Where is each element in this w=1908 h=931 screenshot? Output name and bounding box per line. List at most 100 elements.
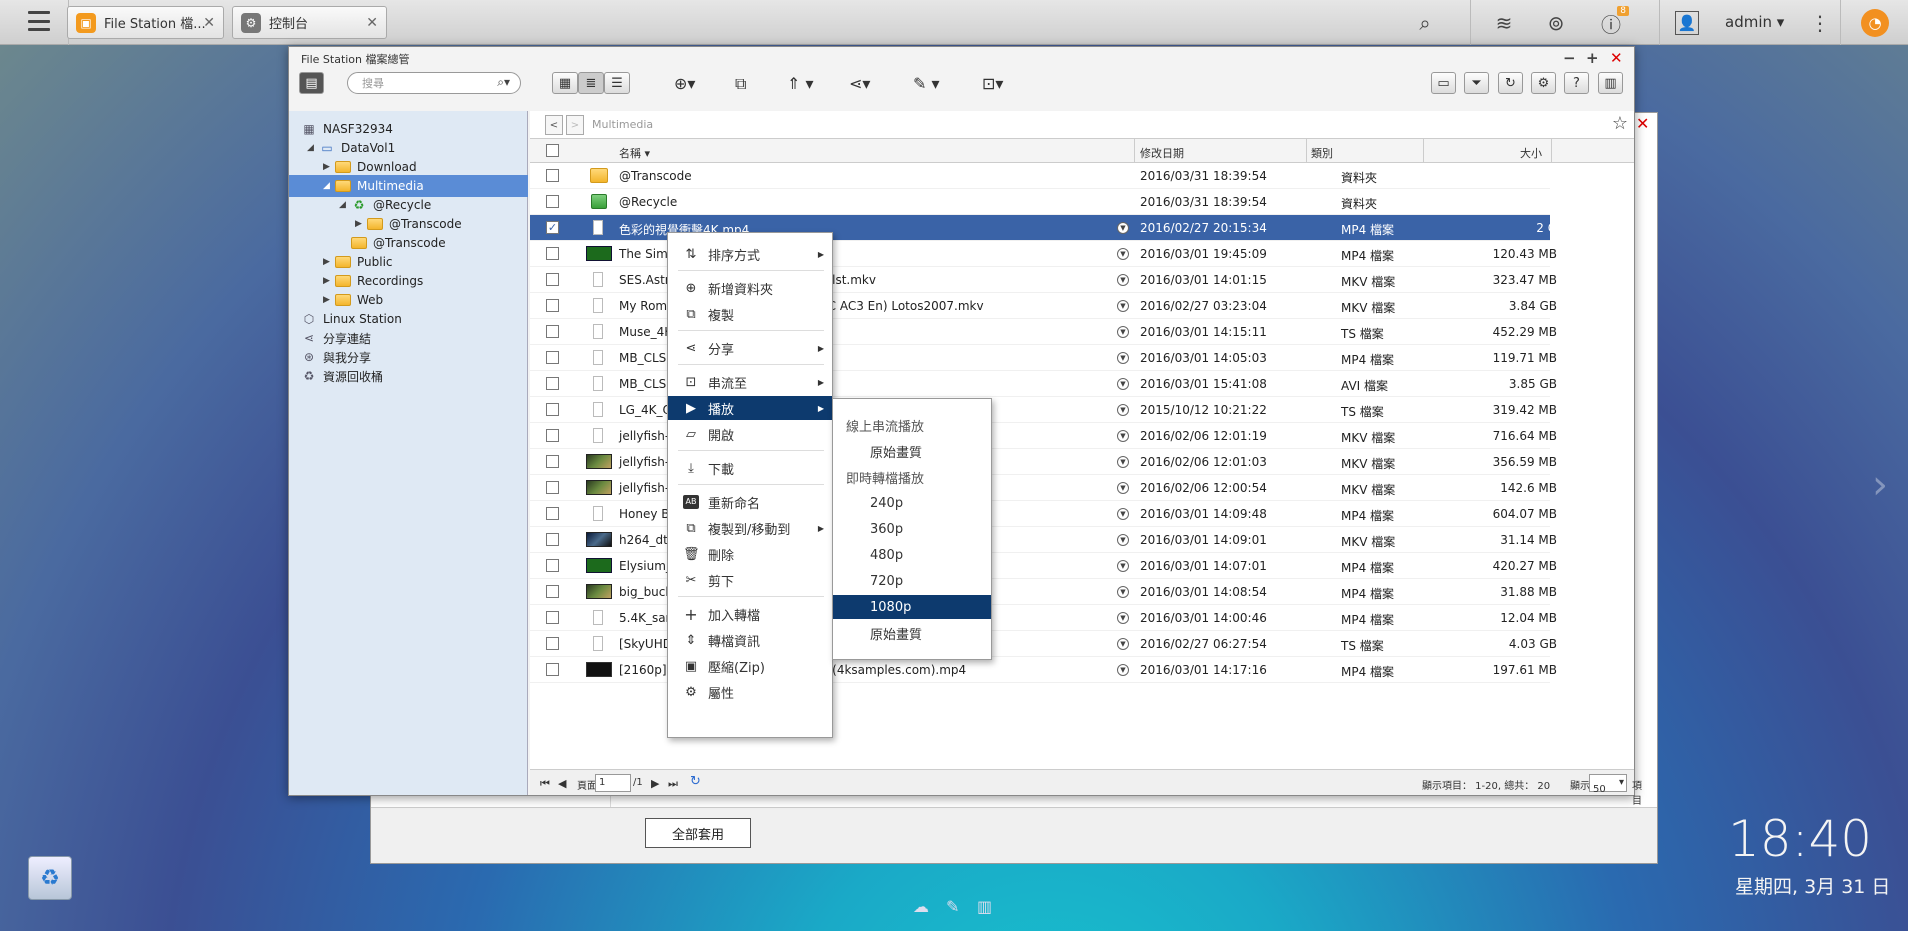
menu-item-properties[interactable]: ⚙ 屬性: [668, 680, 832, 704]
collapsed-arrow-icon[interactable]: ▶: [355, 219, 367, 229]
menu-item-cut[interactable]: ✂ 剪下: [668, 568, 832, 592]
menu-icon[interactable]: [28, 11, 50, 31]
row-checkbox[interactable]: [546, 247, 559, 260]
row-checkbox[interactable]: [546, 533, 559, 546]
menu-item-delete[interactable]: 🗑 刪除: [668, 542, 832, 566]
filter-icon[interactable]: ⏷: [1464, 72, 1489, 94]
refresh-icon[interactable]: ↻: [1498, 72, 1523, 94]
row-checkbox[interactable]: [546, 195, 559, 208]
row-menu-icon[interactable]: ▼: [1117, 326, 1129, 338]
close-icon[interactable]: ✕: [203, 15, 215, 31]
last-page-icon[interactable]: ⏭: [668, 777, 678, 791]
row-checkbox[interactable]: [546, 481, 559, 494]
list-view-icon[interactable]: ≣: [578, 72, 604, 94]
menu-item-copy[interactable]: ⧉ 複製: [668, 302, 832, 326]
close-icon[interactable]: ✕: [366, 15, 378, 31]
submenu-item-360p[interactable]: 360p: [833, 517, 991, 541]
external-device-icon[interactable]: ⊚: [1542, 9, 1570, 37]
tab-control-panel[interactable]: ⚙ 控制台 ✕: [232, 6, 387, 39]
remote-mount-icon[interactable]: ⊡▾: [982, 74, 1003, 93]
collapsed-arrow-icon[interactable]: ▶: [323, 162, 335, 172]
smart-filter-icon[interactable]: ▭: [1431, 72, 1456, 94]
collapsed-arrow-icon[interactable]: ▶: [323, 276, 335, 286]
submenu-item-1080p[interactable]: 1080p: [833, 595, 991, 619]
row-checkbox[interactable]: [546, 377, 559, 390]
cloud-icon[interactable]: ☁: [913, 897, 929, 916]
row-checkbox[interactable]: [546, 273, 559, 286]
row-menu-icon[interactable]: ▼: [1117, 482, 1129, 494]
column-date[interactable]: 修改日期: [1140, 145, 1184, 161]
row-menu-icon[interactable]: ▼: [1117, 456, 1129, 468]
row-menu-icon[interactable]: ▼: [1117, 638, 1129, 650]
collapsed-arrow-icon[interactable]: ▶: [323, 295, 335, 305]
row-menu-icon[interactable]: ▼: [1117, 274, 1129, 286]
row-checkbox[interactable]: [546, 429, 559, 442]
menu-item-copy-move[interactable]: ⧉ 複製到/移動到 ▶: [668, 516, 832, 540]
apply-all-button[interactable]: 全部套用: [645, 818, 751, 848]
settings-icon[interactable]: ⚙: [1531, 72, 1556, 94]
table-row[interactable]: @Transcode 2016/03/31 18:39:54 資料夾: [530, 163, 1550, 189]
row-checkbox[interactable]: [546, 299, 559, 312]
submenu-item-240p[interactable]: 240p: [833, 491, 991, 515]
per-page-select[interactable]: 50 ▾: [1589, 774, 1627, 795]
detail-view-icon[interactable]: ☰: [604, 72, 630, 94]
row-menu-icon[interactable]: ▼: [1117, 378, 1129, 390]
forward-button[interactable]: >: [566, 115, 584, 135]
menu-item-rename[interactable]: AB 重新命名: [668, 490, 832, 514]
tools-icon[interactable]: ✎ ▾: [913, 74, 940, 93]
row-checkbox[interactable]: [546, 325, 559, 338]
copy-icon[interactable]: ⧉: [735, 74, 746, 94]
row-checkbox[interactable]: [546, 637, 559, 650]
upload-icon[interactable]: ⇑ ▾: [787, 74, 814, 93]
submenu-item-720p[interactable]: 720p: [833, 569, 991, 593]
row-menu-icon[interactable]: ▼: [1117, 534, 1129, 546]
column-size[interactable]: 大小: [1520, 145, 1542, 161]
row-menu-icon[interactable]: ▼: [1117, 404, 1129, 416]
row-menu-icon[interactable]: ▼: [1117, 508, 1129, 520]
submenu-item-stream-original[interactable]: 原始畫質: [833, 439, 991, 463]
menu-item-share[interactable]: ⋖ 分享 ▶: [668, 336, 832, 360]
row-menu-icon[interactable]: ▼: [1117, 352, 1129, 364]
recycle-bin-icon[interactable]: ♻: [28, 856, 72, 900]
search-icon[interactable]: ⌕: [1411, 9, 1439, 37]
row-menu-icon[interactable]: ▼: [1117, 586, 1129, 598]
row-menu-icon[interactable]: ▼: [1117, 222, 1129, 234]
menu-item-add-transcode[interactable]: + 加入轉檔: [668, 602, 832, 626]
page-input[interactable]: 1: [595, 774, 631, 792]
row-checkbox[interactable]: [546, 559, 559, 572]
row-checkbox[interactable]: ✓: [546, 221, 559, 234]
menu-item-play[interactable]: ▶ 播放 ▶: [668, 396, 832, 420]
tab-file-station[interactable]: ▣ File Station 檔... ✕: [67, 6, 224, 39]
menu-item-compress[interactable]: ▣ 壓縮(Zip): [668, 654, 832, 678]
row-checkbox[interactable]: [546, 663, 559, 676]
refresh-icon[interactable]: ↻: [690, 774, 701, 789]
menu-item-new-folder[interactable]: ⊕ 新增資料夾: [668, 276, 832, 300]
prev-page-icon[interactable]: ◀: [558, 777, 566, 790]
row-menu-icon[interactable]: ▼: [1117, 664, 1129, 676]
menu-item-stream-to[interactable]: ⊡ 串流至 ▶: [668, 370, 832, 394]
collapsed-arrow-icon[interactable]: ▶: [323, 257, 335, 267]
create-icon[interactable]: ⊕▾: [674, 74, 695, 93]
pen-icon[interactable]: ✎: [946, 897, 959, 916]
next-page-icon[interactable]: ▶: [651, 777, 659, 790]
panel-toggle-icon[interactable]: ▥: [1598, 72, 1623, 94]
row-checkbox[interactable]: [546, 507, 559, 520]
row-checkbox[interactable]: [546, 169, 559, 182]
star-icon[interactable]: ☆: [1612, 113, 1628, 134]
submenu-item-480p[interactable]: 480p: [833, 543, 991, 567]
close-icon[interactable]: ✕: [1636, 114, 1649, 133]
row-menu-icon[interactable]: ▼: [1117, 300, 1129, 312]
row-menu-icon[interactable]: ▼: [1117, 430, 1129, 442]
next-arrow-icon[interactable]: ›: [1872, 462, 1888, 508]
expanded-arrow-icon[interactable]: ◢: [323, 181, 335, 191]
search-icon[interactable]: ⌕▾: [497, 75, 510, 90]
book-icon[interactable]: ▥: [977, 897, 992, 916]
table-row[interactable]: @Recycle 2016/03/31 18:39:54 資料夾: [530, 189, 1550, 215]
share-icon[interactable]: ⋖▾: [849, 74, 870, 93]
row-checkbox[interactable]: [546, 611, 559, 624]
first-page-icon[interactable]: ⏮: [540, 777, 550, 791]
select-all-checkbox[interactable]: [546, 144, 559, 157]
more-options-icon[interactable]: ⋮: [1806, 9, 1834, 37]
thumbnail-view-icon[interactable]: ▦: [552, 72, 578, 94]
column-name[interactable]: 名稱 ▾: [619, 145, 650, 161]
